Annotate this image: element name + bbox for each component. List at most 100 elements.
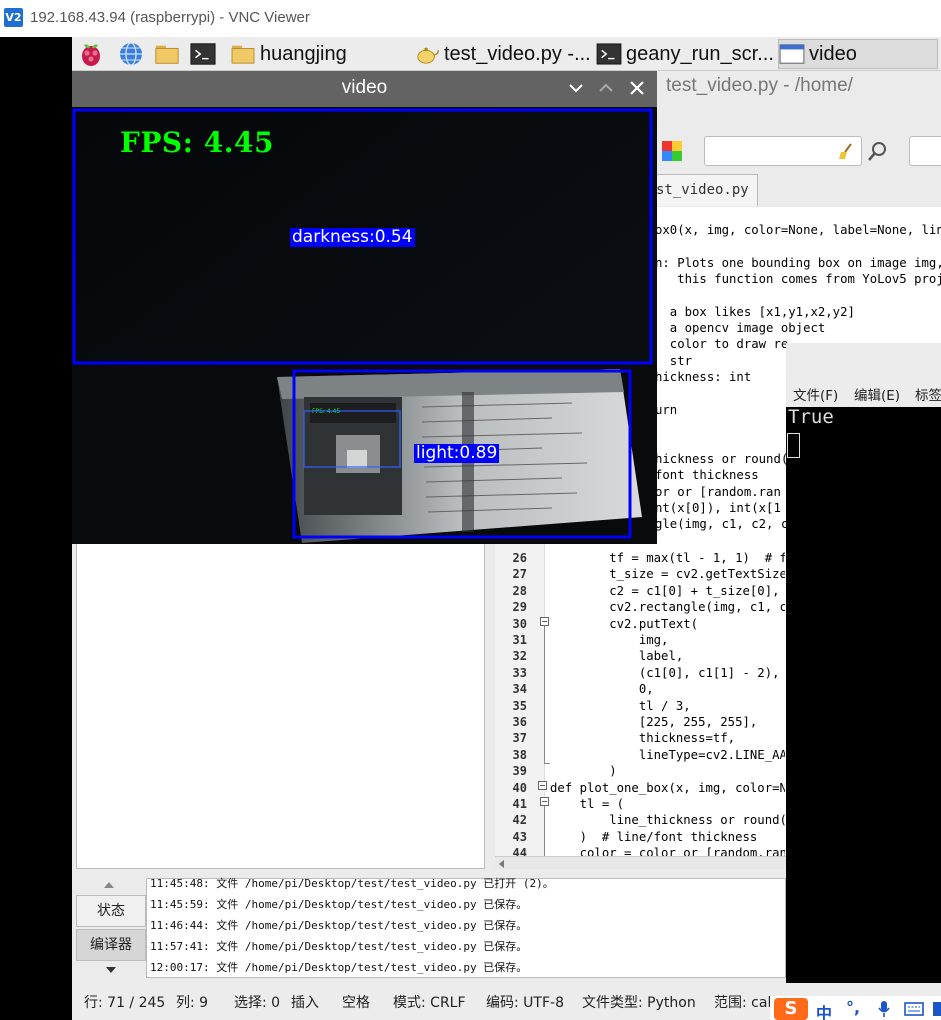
sidebar-panel bbox=[76, 543, 485, 869]
video-frame: FPS: 4.45 bbox=[72, 107, 657, 544]
horizontal-scrollbar[interactable] bbox=[495, 856, 786, 869]
geany-window-title: test_video.py - /home/ bbox=[666, 75, 853, 96]
ime-punct-indicator[interactable]: °, bbox=[846, 998, 860, 1017]
code-line: cv2.putText( bbox=[550, 616, 699, 631]
menu-edit[interactable]: 编辑(E) bbox=[854, 384, 900, 404]
code-line: tf = max(tl - 1, 1) # f bbox=[550, 551, 785, 565]
detection-label-light: light:0.89 bbox=[414, 443, 500, 463]
tab-test-video[interactable]: st_video.py ✖ bbox=[655, 174, 758, 206]
line-number: 32 bbox=[512, 649, 527, 664]
window-icon bbox=[779, 44, 805, 64]
menu-tabs[interactable]: 标签 bbox=[915, 384, 941, 404]
code-line: c2 = c1[0] + t_size[0], bbox=[550, 583, 780, 598]
detection-label-darkness: darkness:0.54 bbox=[290, 227, 415, 247]
fold-end bbox=[544, 763, 550, 764]
task-video[interactable]: video bbox=[778, 39, 938, 69]
code-line: def plot_one_box(x, img, color=N bbox=[550, 780, 785, 795]
code-line: lineType=cv2.LINE_AA bbox=[550, 747, 785, 762]
search-input[interactable] bbox=[704, 136, 862, 166]
line-number: 35 bbox=[512, 698, 527, 713]
terminal-cursor bbox=[787, 433, 800, 458]
line-number: 36 bbox=[512, 715, 527, 729]
fold-marker-icon[interactable]: − bbox=[540, 797, 549, 806]
status-filetype: 文件类型: Python bbox=[582, 995, 696, 1011]
code-line: a opencv image object bbox=[655, 321, 826, 335]
terminal-output: True bbox=[788, 406, 834, 428]
menu-file[interactable]: 文件(F) bbox=[793, 384, 838, 404]
line-number: 29 bbox=[512, 600, 527, 615]
tab-scroll-down-icon[interactable] bbox=[106, 967, 116, 973]
code-line: urn bbox=[655, 403, 678, 417]
fold-marker-icon[interactable]: − bbox=[538, 781, 547, 790]
status-selection: 选择: 0 bbox=[234, 995, 281, 1011]
message-line: 11:57:41: 文件 /home/pi/Desktop/test/test_… bbox=[150, 940, 528, 953]
fold-line bbox=[544, 806, 545, 856]
code-line: this function comes from YoLov5 proje bbox=[655, 272, 941, 286]
code-line: hickness or round( bbox=[655, 452, 789, 466]
vnc-logo-icon: V2 bbox=[4, 8, 23, 27]
code-line: cv2.rectangle(img, c1, c bbox=[550, 600, 785, 615]
line-number: 33 bbox=[512, 665, 527, 680]
code-line: str bbox=[655, 354, 693, 368]
status-indent: 空格 bbox=[342, 995, 370, 1011]
mic-icon[interactable] bbox=[877, 1000, 891, 1018]
code-line: tl = ( bbox=[550, 797, 625, 811]
code-line: 0, bbox=[550, 682, 654, 697]
code-line: [225, 255, 255], bbox=[550, 715, 758, 729]
code-line: hickness: int bbox=[655, 370, 752, 384]
message-line: 12:00:17: 文件 /home/pi/Desktop/test/test_… bbox=[150, 961, 528, 974]
tab-status[interactable]: 状态 bbox=[76, 895, 146, 927]
browser-globe-icon[interactable] bbox=[118, 41, 144, 67]
line-number: 30 bbox=[512, 616, 527, 631]
fps-counter: FPS: 4.45 bbox=[120, 126, 274, 159]
status-scope: 范围: cal bbox=[714, 995, 772, 1011]
task-test-video-geany[interactable]: test_video.py -... bbox=[414, 39, 594, 69]
line-number: 43 bbox=[512, 829, 527, 844]
status-line: 行: 71 / 245 bbox=[84, 995, 166, 1011]
scroll-left-icon[interactable] bbox=[499, 860, 504, 868]
terminal-icon bbox=[596, 43, 622, 65]
code-line: font thickness bbox=[655, 468, 759, 482]
maximize-chevron-up-icon[interactable] bbox=[596, 78, 616, 98]
camera-image: FPS: 4.45 bbox=[72, 107, 657, 544]
task-label: test_video.py -... bbox=[444, 42, 591, 65]
file-manager-icon[interactable] bbox=[154, 41, 180, 67]
desktop-left-edge bbox=[0, 37, 72, 1020]
line-number: 38 bbox=[512, 747, 527, 762]
color-chooser-icon[interactable] bbox=[660, 139, 684, 163]
tab-scroll-up-icon[interactable] bbox=[104, 882, 114, 888]
tab-compiler[interactable]: 编译器 bbox=[76, 929, 146, 961]
search-icon[interactable] bbox=[866, 139, 890, 163]
message-tabs bbox=[76, 878, 146, 978]
clear-broom-icon[interactable] bbox=[837, 142, 855, 160]
geany-teapot-icon bbox=[417, 47, 439, 64]
status-eol-mode: 模式: CRLF bbox=[393, 995, 466, 1011]
ime-lang-indicator[interactable]: 中 bbox=[816, 1000, 832, 1020]
tab-label: st_video.py bbox=[656, 182, 749, 198]
taskbar: huangjing test_video.py -... geany_run_s… bbox=[72, 37, 941, 71]
task-huangjing[interactable]: huangjing bbox=[230, 39, 410, 69]
vnc-window-title: 192.168.43.94 (raspberrypi) - VNC Viewer bbox=[30, 9, 310, 26]
line-number: 39 bbox=[512, 764, 527, 779]
keyboard-icon[interactable] bbox=[904, 1002, 924, 1016]
status-encoding: 编码: UTF-8 bbox=[486, 995, 564, 1011]
status-insert-mode: 插入 bbox=[291, 995, 319, 1011]
close-icon[interactable] bbox=[627, 78, 647, 98]
ime-more-icon[interactable] bbox=[932, 1000, 941, 1018]
code-line: img, bbox=[550, 633, 669, 647]
raspberry-menu-icon[interactable] bbox=[78, 41, 104, 67]
message-line: 11:46:44: 文件 /home/pi/Desktop/test/test_… bbox=[150, 919, 528, 932]
fold-line bbox=[544, 626, 545, 764]
code-line: color to draw re bbox=[655, 337, 789, 351]
fold-marker-icon[interactable]: − bbox=[540, 617, 549, 626]
code-line: ox0(x, img, color=None, label=None, line bbox=[655, 223, 941, 237]
code-line: ) bbox=[550, 764, 617, 779]
minimize-chevron-down-icon[interactable] bbox=[566, 78, 586, 98]
sogou-logo-icon[interactable]: S bbox=[774, 998, 808, 1020]
code-line: t_size = cv2.getTextSize bbox=[550, 567, 785, 582]
goto-line-input[interactable] bbox=[909, 136, 941, 166]
task-geany-run-script[interactable]: geany_run_scr... bbox=[596, 39, 778, 69]
terminal-icon[interactable] bbox=[190, 41, 216, 67]
terminal-titlebar bbox=[786, 343, 941, 377]
terminal-window[interactable] bbox=[786, 343, 941, 983]
